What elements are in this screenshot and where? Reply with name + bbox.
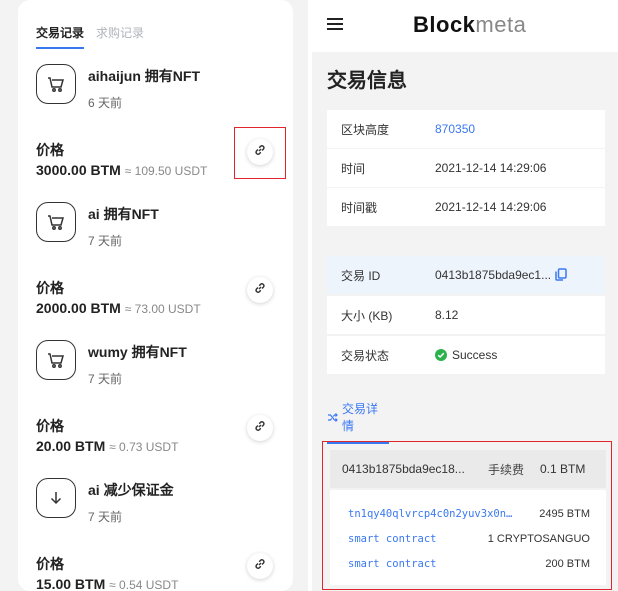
page-title: 交易信息: [327, 70, 407, 92]
tab-transaction-records[interactable]: 交易记录: [36, 24, 85, 49]
link-icon: [253, 419, 267, 438]
transaction-title: ai 拥有NFT: [88, 206, 159, 222]
transaction-time: 7 天前: [88, 510, 123, 524]
record-tabs: 交易记录 求购记录: [36, 24, 144, 49]
menu-icon[interactable]: [327, 18, 343, 30]
info-row-block-height: 区块高度 870350: [327, 110, 605, 148]
info-value: 2021-12-14 14:29:06: [435, 161, 547, 175]
price-label: 价格: [36, 142, 64, 158]
transaction-title: aihaijun 拥有NFT: [88, 68, 200, 84]
price-label: 价格: [36, 556, 64, 572]
link-button[interactable]: [247, 553, 273, 579]
link-button[interactable]: [247, 415, 273, 441]
info-row-timestamp: 时间戳 2021-12-14 14:29:06: [327, 188, 605, 226]
shuffle-icon: [327, 412, 338, 423]
info-row-size: 大小 (KB) 8.12: [327, 296, 605, 334]
price-usdt: ≈ 0.54 USDT: [109, 578, 179, 591]
tx-id-value: 0413b1875bda9ec1...: [435, 268, 552, 282]
transaction-title: ai 减少保证金: [88, 482, 174, 498]
highlight-box: [234, 127, 286, 179]
tab-purchase-records[interactable]: 求购记录: [96, 24, 144, 49]
brand-logo-bold: Block: [413, 12, 476, 37]
block-height-link[interactable]: 870350: [435, 122, 475, 136]
brand-logo-light: meta: [475, 12, 527, 37]
price-line: 3000.00 BTM ≈ 109.50 USDT: [36, 162, 207, 178]
price-label: 价格: [36, 418, 64, 434]
info-label: 交易状态: [341, 348, 390, 363]
info-label: 时间戳: [341, 200, 378, 215]
info-label: 交易 ID: [341, 268, 381, 283]
link-icon: [253, 557, 267, 576]
price-amount: 15.00 BTM: [36, 576, 106, 591]
copy-icon[interactable]: [555, 268, 567, 284]
transaction-records-card: 交易记录 求购记录 aihaijun 拥有NFT 6 天前 价格 3000.00…: [18, 0, 293, 591]
price-usdt: ≈ 109.50 USDT: [124, 164, 208, 178]
brand-logo: Blockmeta: [413, 12, 526, 38]
transaction-time: 6 天前: [88, 96, 123, 110]
price-amount: 3000.00 BTM: [36, 162, 121, 178]
price-line: 15.00 BTM ≈ 0.54 USDT: [36, 576, 178, 591]
price-usdt: ≈ 73.00 USDT: [124, 302, 201, 316]
status-text: Success: [452, 348, 498, 362]
transaction-time: 7 天前: [88, 372, 123, 386]
cart-icon: [36, 202, 76, 242]
price-line: 20.00 BTM ≈ 0.73 USDT: [36, 438, 178, 454]
info-row-tx-id: 交易 ID 0413b1875bda9ec1...: [327, 256, 605, 294]
link-icon: [253, 281, 267, 300]
transaction-title: wumy 拥有NFT: [88, 344, 187, 360]
info-label: 时间: [341, 161, 366, 176]
info-row-status: 交易状态 Success: [327, 336, 605, 374]
info-value: 2021-12-14 14:29:06: [435, 200, 547, 214]
transaction-time: 7 天前: [88, 234, 123, 248]
price-label: 价格: [36, 280, 64, 296]
price-usdt: ≈ 0.73 USDT: [109, 440, 179, 454]
link-button[interactable]: [247, 277, 273, 303]
info-label: 区块高度: [341, 122, 390, 137]
info-row-time: 时间 2021-12-14 14:29:06: [327, 149, 605, 187]
price-amount: 2000.00 BTM: [36, 300, 121, 316]
status-value: Success: [435, 348, 497, 362]
info-value: 8.12: [435, 308, 459, 322]
info-label: 大小 (KB): [341, 308, 393, 323]
detail-tab-label: 交易详情: [342, 402, 379, 433]
success-check-icon: [435, 349, 447, 361]
price-amount: 20.00 BTM: [36, 438, 106, 454]
cart-icon: [36, 340, 76, 380]
highlight-box: [322, 441, 612, 590]
arrow-down-icon: [36, 478, 76, 518]
tab-transaction-details[interactable]: 交易详情: [327, 400, 389, 444]
price-line: 2000.00 BTM ≈ 73.00 USDT: [36, 300, 201, 316]
cart-icon: [36, 64, 76, 104]
